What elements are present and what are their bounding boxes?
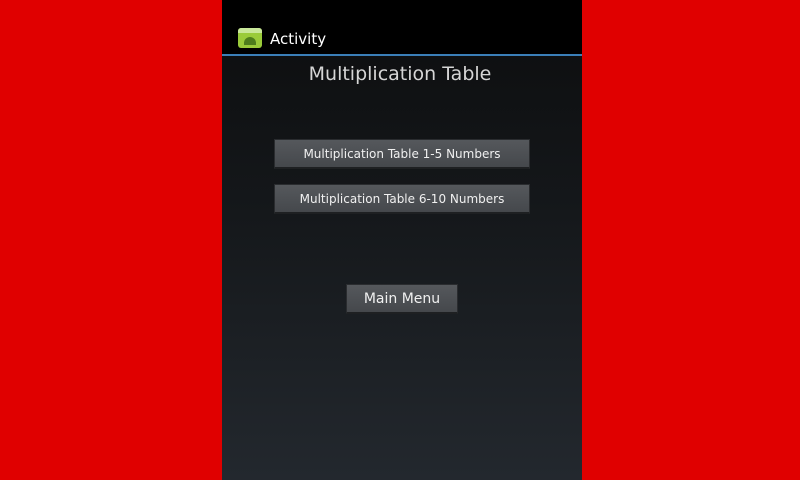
table-6-10-button[interactable]: Multiplication Table 6-10 Numbers [274, 184, 530, 214]
phone-screen: Activity Multiplication Table Multiplica… [222, 0, 582, 480]
page-title: Multiplication Table [308, 63, 492, 85]
table-1-5-button[interactable]: Multiplication Table 1-5 Numbers [274, 139, 530, 169]
main-menu-button[interactable]: Main Menu [346, 284, 458, 314]
android-app-icon [238, 28, 262, 48]
app-icon-stripe [238, 28, 262, 33]
action-bar-divider [222, 54, 582, 56]
action-bar-title: Activity [270, 30, 327, 48]
app-icon-android-head [244, 37, 256, 45]
action-bar: Activity [222, 2, 582, 54]
